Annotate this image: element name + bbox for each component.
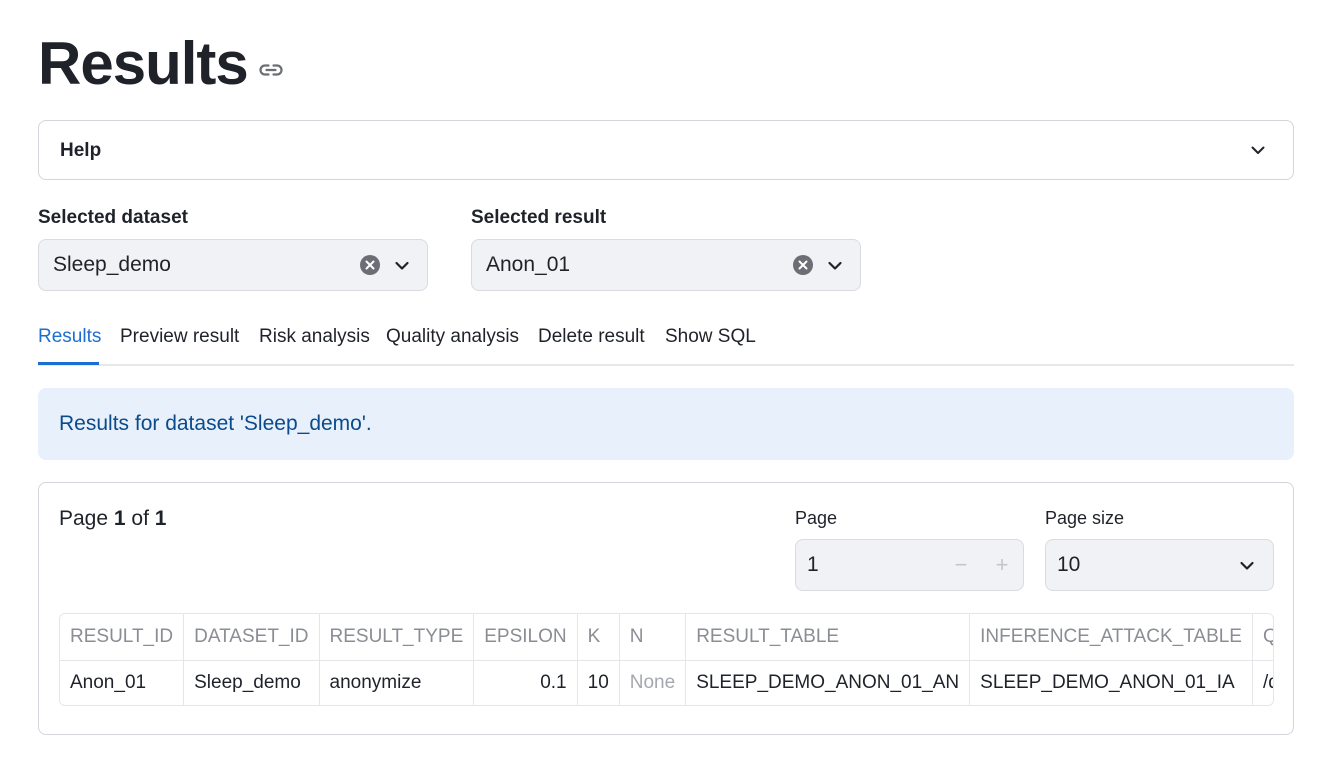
table-cell[interactable]: SLEEP_DEMO_ANON_01_AN	[685, 660, 971, 705]
column-header[interactable]: INFERENCE_ATTACK_TABLE	[969, 614, 1253, 661]
results-page: Results Help Selected dataset Sleep_demo	[0, 0, 1342, 768]
table-cell[interactable]: None	[619, 660, 687, 705]
chevron-down-icon[interactable]	[393, 257, 411, 275]
chevron-down-icon[interactable]	[1238, 557, 1256, 575]
page-total: 1	[154, 507, 167, 530]
result-select[interactable]: Anon_01	[471, 239, 861, 291]
page-count-prefix: Page	[59, 507, 109, 530]
dataset-select-value: Sleep_demo	[53, 253, 171, 276]
results-card: Page 1 of 1 Page 1 − + Page size 10 RESU…	[38, 482, 1294, 735]
column-header[interactable]: DATASET_ID	[183, 614, 320, 661]
tab-preview-result[interactable]: Preview result	[120, 326, 239, 348]
page-number-value: 1	[807, 553, 819, 576]
table-cell[interactable]: 10	[577, 660, 620, 705]
page-header: Results	[38, 28, 284, 100]
column-header[interactable]: RESULT_TYPE	[319, 614, 475, 661]
tab-delete-result[interactable]: Delete result	[538, 326, 645, 348]
column-header[interactable]: EPSILON	[473, 614, 578, 661]
column-header[interactable]: QUALITY	[1252, 614, 1273, 661]
table-row: Anon_01 Sleep_demo anonymize 0.1 10 None…	[60, 660, 1273, 705]
tab-quality-analysis[interactable]: Quality analysis	[386, 326, 519, 348]
dataset-select-label: Selected dataset	[38, 207, 188, 228]
page-count-of: of	[131, 507, 149, 530]
table-cell[interactable]: SLEEP_DEMO_ANON_01_IA	[969, 660, 1253, 705]
table-cell[interactable]: Anon_01	[60, 660, 185, 705]
dataset-select[interactable]: Sleep_demo	[38, 239, 428, 291]
link-icon[interactable]	[258, 60, 284, 80]
info-message: Results for dataset 'Sleep_demo'.	[59, 412, 372, 435]
chevron-down-icon	[1249, 141, 1267, 159]
decrement-button[interactable]: −	[951, 552, 971, 578]
help-expander[interactable]: Help	[38, 120, 1294, 180]
page-size-label: Page size	[1045, 508, 1125, 528]
table-cell[interactable]: /dataset	[1252, 660, 1273, 705]
info-alert: Results for dataset 'Sleep_demo'.	[38, 388, 1294, 460]
page-size-value: 10	[1057, 553, 1081, 576]
result-select-value: Anon_01	[486, 253, 571, 276]
column-header[interactable]: RESULT_TABLE	[685, 614, 971, 661]
tab-bar: Results Preview result Risk analysis Qua…	[38, 322, 1294, 366]
tab-show-sql[interactable]: Show SQL	[665, 326, 756, 348]
table-cell[interactable]: anonymize	[319, 660, 475, 705]
column-header[interactable]: N	[619, 614, 687, 661]
page-title: Results	[38, 30, 249, 97]
table-cell[interactable]: 0.1	[473, 660, 578, 705]
results-table[interactable]: RESULT_ID DATASET_ID RESULT_TYPE EPSILON…	[59, 613, 1274, 706]
help-label: Help	[60, 140, 102, 161]
column-header[interactable]: K	[577, 614, 620, 661]
chevron-down-icon[interactable]	[826, 257, 844, 275]
clear-icon[interactable]	[793, 255, 813, 275]
page-input-label: Page	[795, 508, 838, 528]
column-header[interactable]: RESULT_ID	[60, 614, 185, 661]
table-cell[interactable]: Sleep_demo	[183, 660, 320, 705]
active-tab-indicator	[38, 362, 99, 365]
result-select-label: Selected result	[471, 207, 607, 228]
page-count: Page 1 of 1	[59, 507, 166, 531]
tab-risk-analysis[interactable]: Risk analysis	[259, 326, 370, 348]
tab-results[interactable]: Results	[38, 326, 101, 348]
clear-icon[interactable]	[360, 255, 380, 275]
table-header-row: RESULT_ID DATASET_ID RESULT_TYPE EPSILON…	[60, 614, 1273, 661]
page-current: 1	[113, 507, 126, 530]
page-size-select[interactable]: 10	[1045, 539, 1274, 591]
increment-button[interactable]: +	[992, 552, 1012, 578]
page-number-input[interactable]: 1 − +	[795, 539, 1024, 591]
